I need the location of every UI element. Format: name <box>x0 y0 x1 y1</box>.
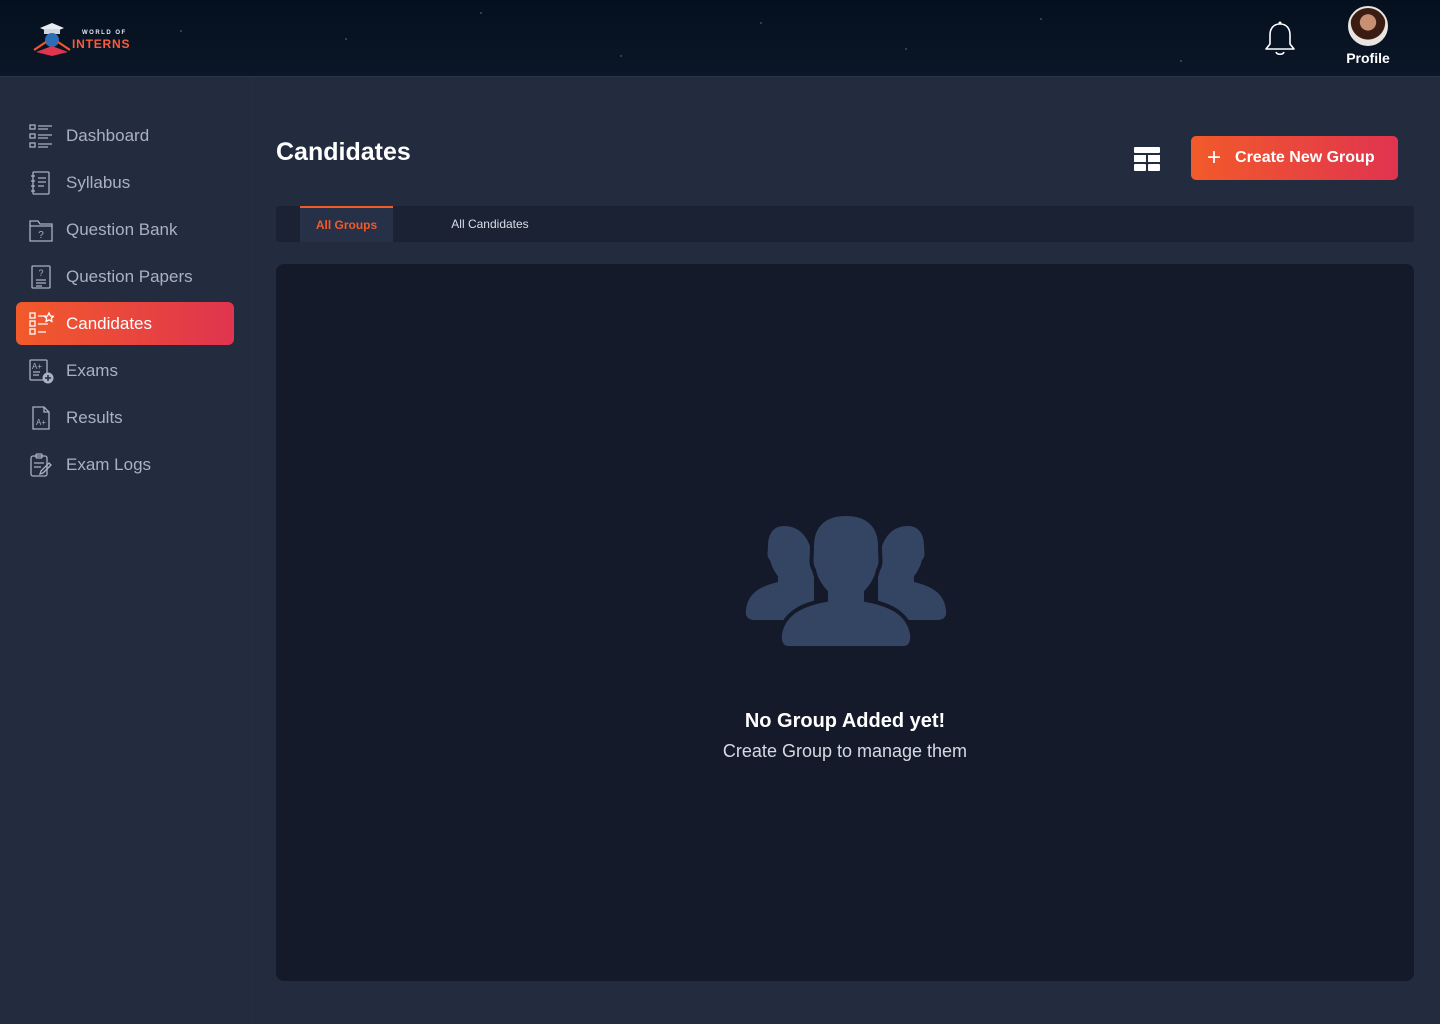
empty-state-title: No Group Added yet! <box>744 710 946 732</box>
candidates-icon <box>28 311 54 337</box>
sidebar-item-label: Exam Logs <box>66 454 152 474</box>
star-decoration <box>480 12 482 14</box>
star-decoration <box>1040 18 1042 20</box>
tab-all-groups[interactable]: All Groups <box>300 206 393 242</box>
plus-icon: + <box>1207 144 1222 171</box>
empty-state-subtitle: Create Group to manage them <box>722 741 968 761</box>
star-decoration <box>760 22 762 24</box>
question-bank-icon: ? <box>28 217 54 243</box>
exams-icon: A+ <box>28 358 54 384</box>
create-new-group-label: Create New Group <box>1235 149 1375 166</box>
sidebar-item-exam-logs[interactable]: Exam Logs <box>16 443 234 486</box>
sidebar-item-syllabus[interactable]: Syllabus <box>16 161 234 204</box>
svg-text:A+: A+ <box>36 418 46 427</box>
dashboard-icon <box>28 123 54 149</box>
avatar <box>1348 6 1388 46</box>
create-new-group-button[interactable]: + Create New Group <box>1191 136 1398 180</box>
people-group-icon <box>745 512 947 650</box>
syllabus-icon <box>28 170 54 196</box>
svg-text:?: ? <box>38 268 43 278</box>
sidebar-item-question-papers[interactable]: ? Question Papers <box>16 255 234 298</box>
logo-text-big: INTERNS <box>72 37 131 51</box>
sidebar-item-exams[interactable]: A+ Exams <box>16 349 234 392</box>
sidebar-item-label: Question Bank <box>66 219 178 239</box>
svg-text:A+: A+ <box>32 362 42 371</box>
bell-icon <box>1265 21 1295 56</box>
star-decoration <box>1180 60 1182 62</box>
profile-label: Profile <box>1346 50 1390 66</box>
sidebar-item-label: Candidates <box>66 313 153 333</box>
page-title: Candidates <box>276 138 411 166</box>
tab-bar: All Groups All Candidates <box>276 206 1414 242</box>
sidebar-item-question-bank[interactable]: ? Question Bank <box>16 208 234 251</box>
results-icon: A+ <box>28 405 54 431</box>
sidebar-item-results[interactable]: A+ Results <box>16 396 234 439</box>
sidebar: Dashboard Syllabus ? Question Bank ? Que… <box>0 77 252 1024</box>
tab-all-candidates[interactable]: All Candidates <box>436 206 544 242</box>
sidebar-item-candidates[interactable]: Candidates <box>16 302 234 345</box>
logo-text-small: WORLD OF <box>82 30 127 36</box>
table-grid-icon <box>1134 147 1160 171</box>
groups-panel: No Group Added yet! Create Group to mana… <box>276 264 1414 981</box>
sidebar-item-dashboard[interactable]: Dashboard <box>16 114 234 157</box>
view-toggle-button[interactable] <box>1133 146 1161 172</box>
top-bar: WORLD OF INTERNS Profile <box>0 0 1440 77</box>
star-decoration <box>180 30 182 32</box>
question-papers-icon: ? <box>28 264 54 290</box>
sidebar-item-label: Dashboard <box>66 125 150 145</box>
sidebar-item-label: Results <box>66 407 123 427</box>
notification-button[interactable] <box>1262 20 1298 58</box>
sidebar-item-label: Question Papers <box>66 266 193 286</box>
sidebar-item-label: Syllabus <box>66 172 131 192</box>
app-logo[interactable]: WORLD OF INTERNS <box>32 22 142 62</box>
profile-button[interactable]: Profile <box>1338 6 1398 68</box>
star-decoration <box>905 48 907 50</box>
logo-emblem-icon <box>33 23 71 56</box>
svg-text:?: ? <box>38 230 44 241</box>
exam-logs-icon <box>28 452 54 478</box>
star-decoration <box>620 55 622 57</box>
sidebar-item-label: Exams <box>66 360 118 380</box>
star-decoration <box>345 38 347 40</box>
